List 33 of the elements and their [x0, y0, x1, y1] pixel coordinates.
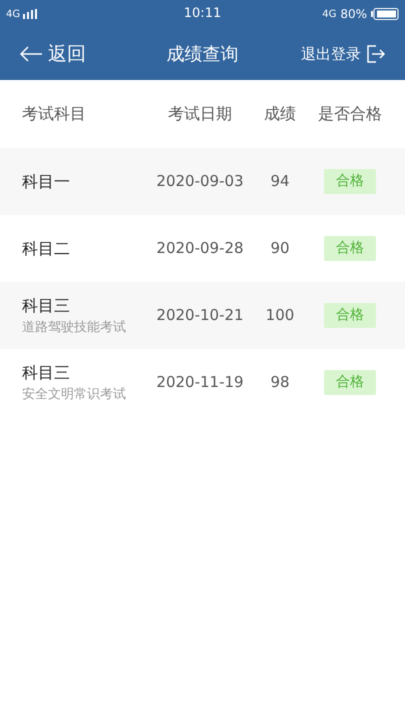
back-button[interactable]: 返回: [20, 40, 120, 68]
logout-button[interactable]: 退出登录: [285, 42, 385, 66]
exam-date: 2020-11-19: [155, 372, 245, 394]
subject-name: 科目二: [22, 238, 71, 260]
result-badge: 合格: [324, 236, 376, 261]
column-header: 考试日期: [167, 103, 233, 125]
column-header: 成绩: [263, 103, 297, 125]
exam-score: 98: [269, 372, 291, 394]
clock-time: 10:11: [184, 5, 222, 24]
result-badge: 合格: [324, 303, 376, 328]
battery-icon: [371, 8, 399, 20]
exam-date: 2020-09-28: [155, 238, 245, 260]
result-badge: 合格: [324, 370, 376, 395]
page-title: 成绩查询: [166, 42, 238, 66]
subject-name: 科目三: [22, 294, 71, 317]
signal-icon: [23, 9, 40, 19]
exam-score: 100: [264, 305, 296, 326]
column-header: 是否合格: [317, 103, 383, 125]
exam-date: 2020-09-03: [155, 171, 245, 192]
exam-date: 2020-10-21: [155, 305, 245, 326]
column-header: 考试科目: [21, 103, 87, 125]
result-badge: 合格: [324, 169, 376, 194]
subject-detail: 道路驾驶技能考试: [22, 318, 127, 337]
network-label: 4G: [6, 8, 20, 22]
logout-icon: [367, 45, 385, 63]
subject-name: 科目一: [22, 170, 71, 192]
subject-detail: 安全文明常识考试: [22, 386, 127, 404]
exam-score: 94: [269, 171, 291, 192]
network-label: 4G: [322, 8, 336, 22]
battery-percent: 80%: [340, 6, 367, 23]
subject-name: 科目三: [22, 362, 71, 384]
back-arrow-icon: [20, 46, 42, 62]
exam-score: 90: [269, 238, 291, 260]
